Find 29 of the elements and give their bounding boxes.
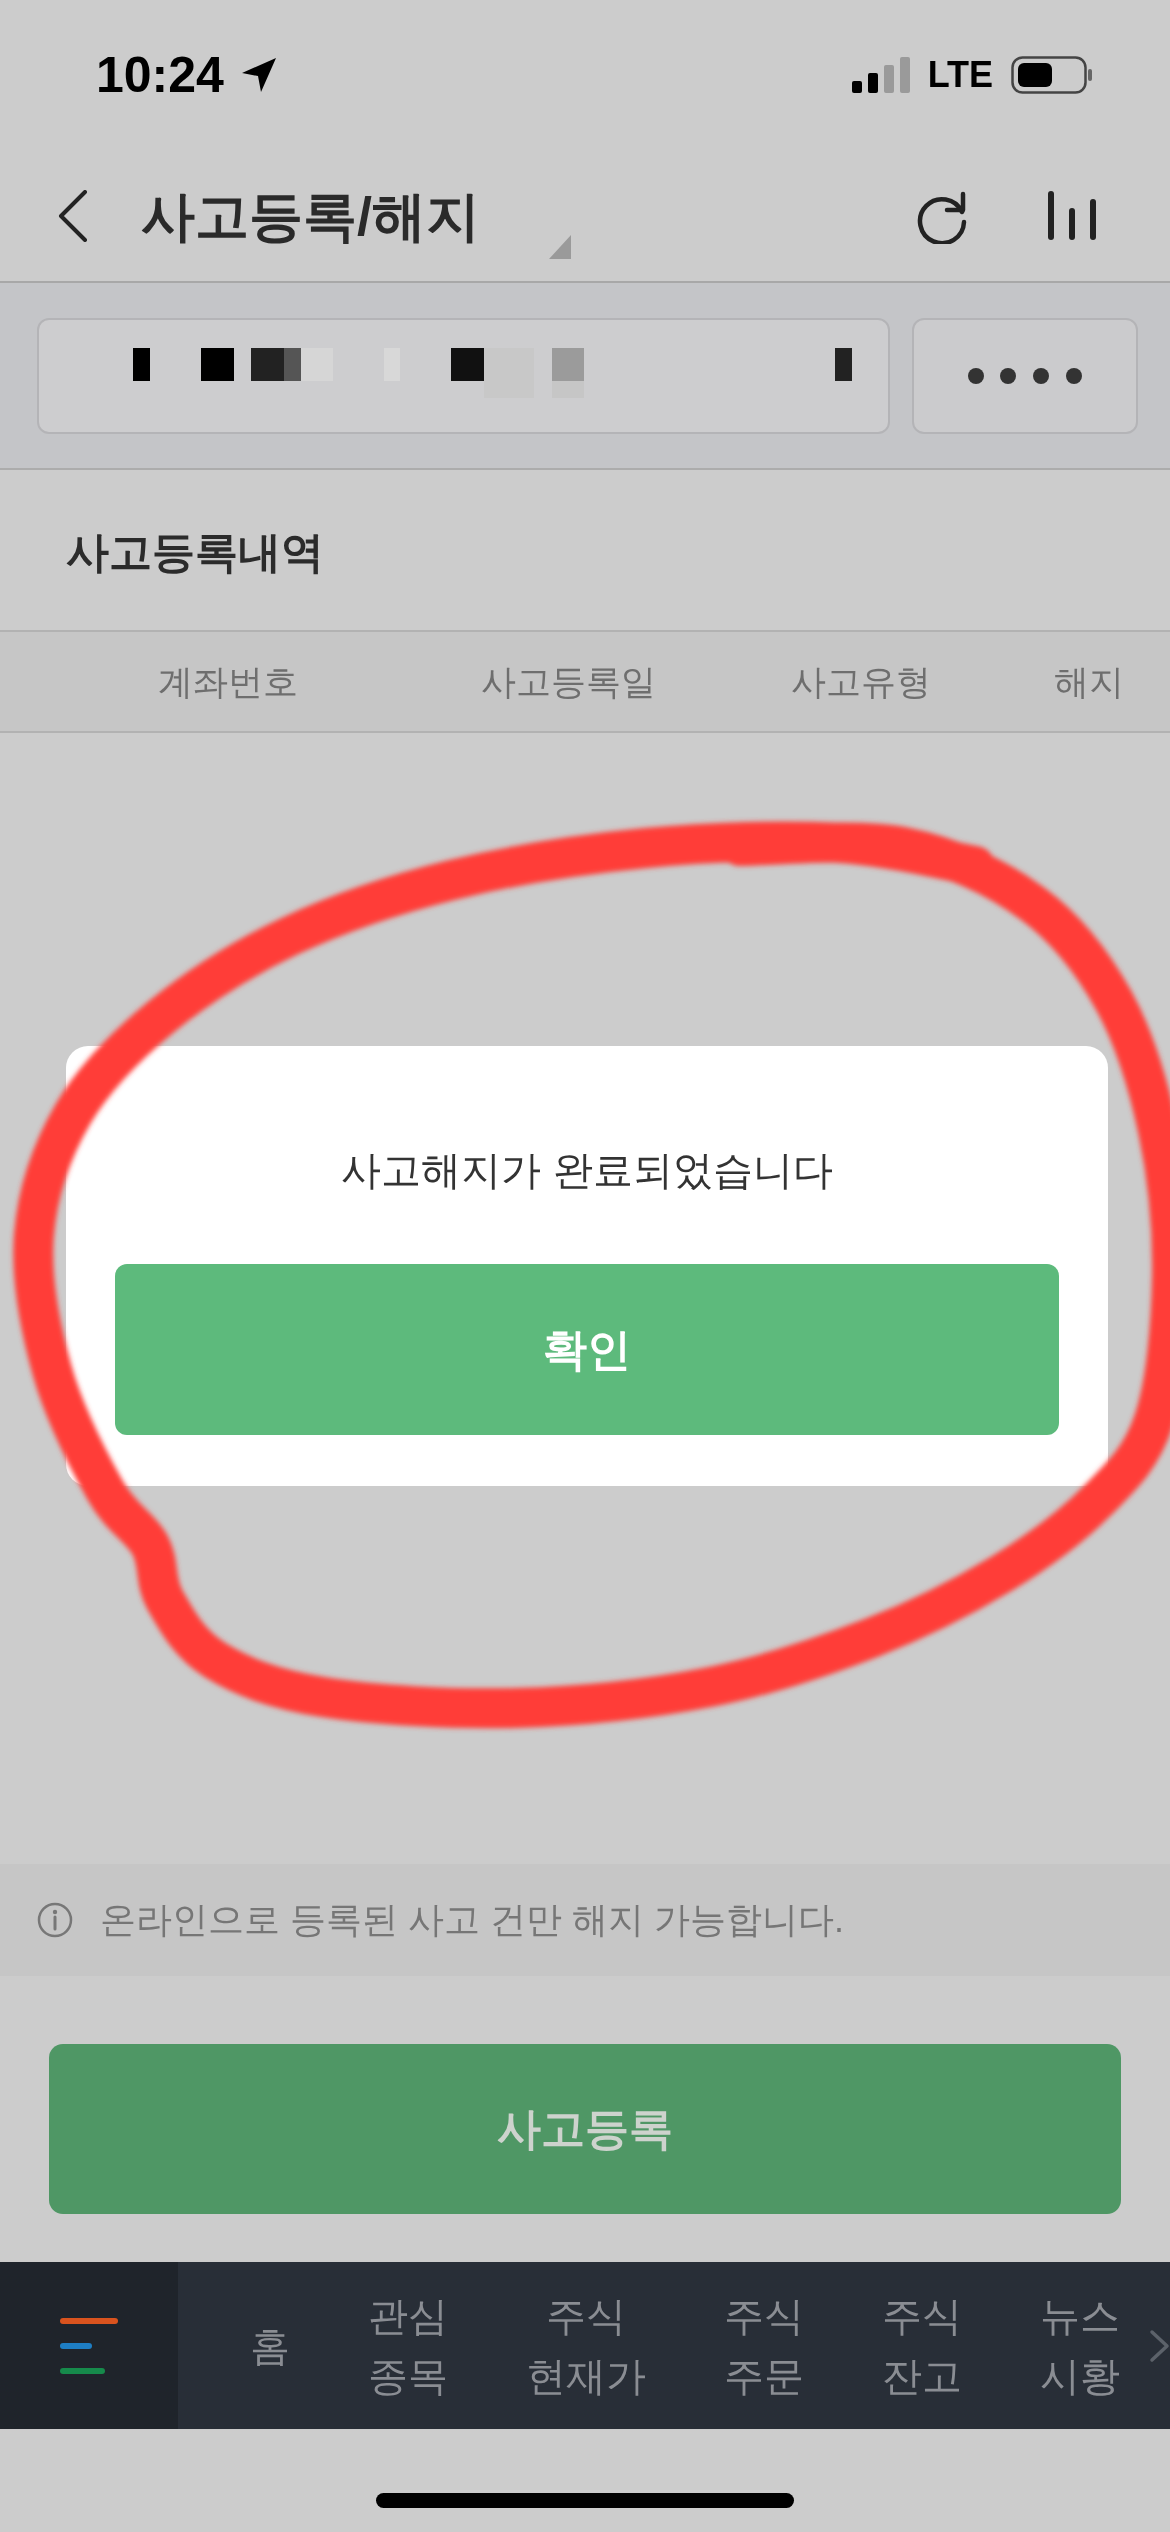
column-header: 계좌번호 [158,664,298,699]
more-dots-icon [968,367,1082,384]
notice-text: 온라인으로 등록된 사고 건만 해지 가능합니다. [100,1902,844,1938]
more-button[interactable] [912,317,1138,434]
network-type: LTE [927,57,993,93]
column-header: 사고등록일 [480,664,656,699]
back-icon[interactable] [58,189,88,242]
column-header: 해지 [1054,664,1124,699]
bar-chart-icon[interactable] [1047,190,1097,241]
tab-button[interactable]: 홈 [250,2315,290,2376]
account-select-field[interactable] [37,317,890,434]
tab-button[interactable]: 관심 종목 [368,2285,448,2406]
tab-button[interactable]: 주식 현재가 [526,2285,646,2406]
signal-bars-icon [851,57,910,93]
dialog-message: 사고해지가 완료되었습니다 [341,1147,833,1194]
tab-button[interactable]: 주식 주문 [724,2285,804,2406]
menu-button[interactable] [0,2262,178,2429]
info-icon [37,1902,73,1938]
register-button[interactable]: 사고등록 [49,2044,1121,2214]
menu-icon [60,2317,118,2374]
tab-button[interactable]: 뉴스 시황 [1040,2285,1120,2406]
tab-button[interactable]: 주식 잔고 [882,2285,962,2406]
page-title: 사고등록/해지 [141,188,480,243]
confirm-button[interactable]: 확인 [115,1264,1059,1435]
status-time: 10:24 [96,50,224,100]
triangle-icon [549,235,571,259]
battery-icon [1011,56,1093,94]
section-title: 사고등록내역 [66,530,324,574]
column-header: 사고유형 [791,664,931,699]
